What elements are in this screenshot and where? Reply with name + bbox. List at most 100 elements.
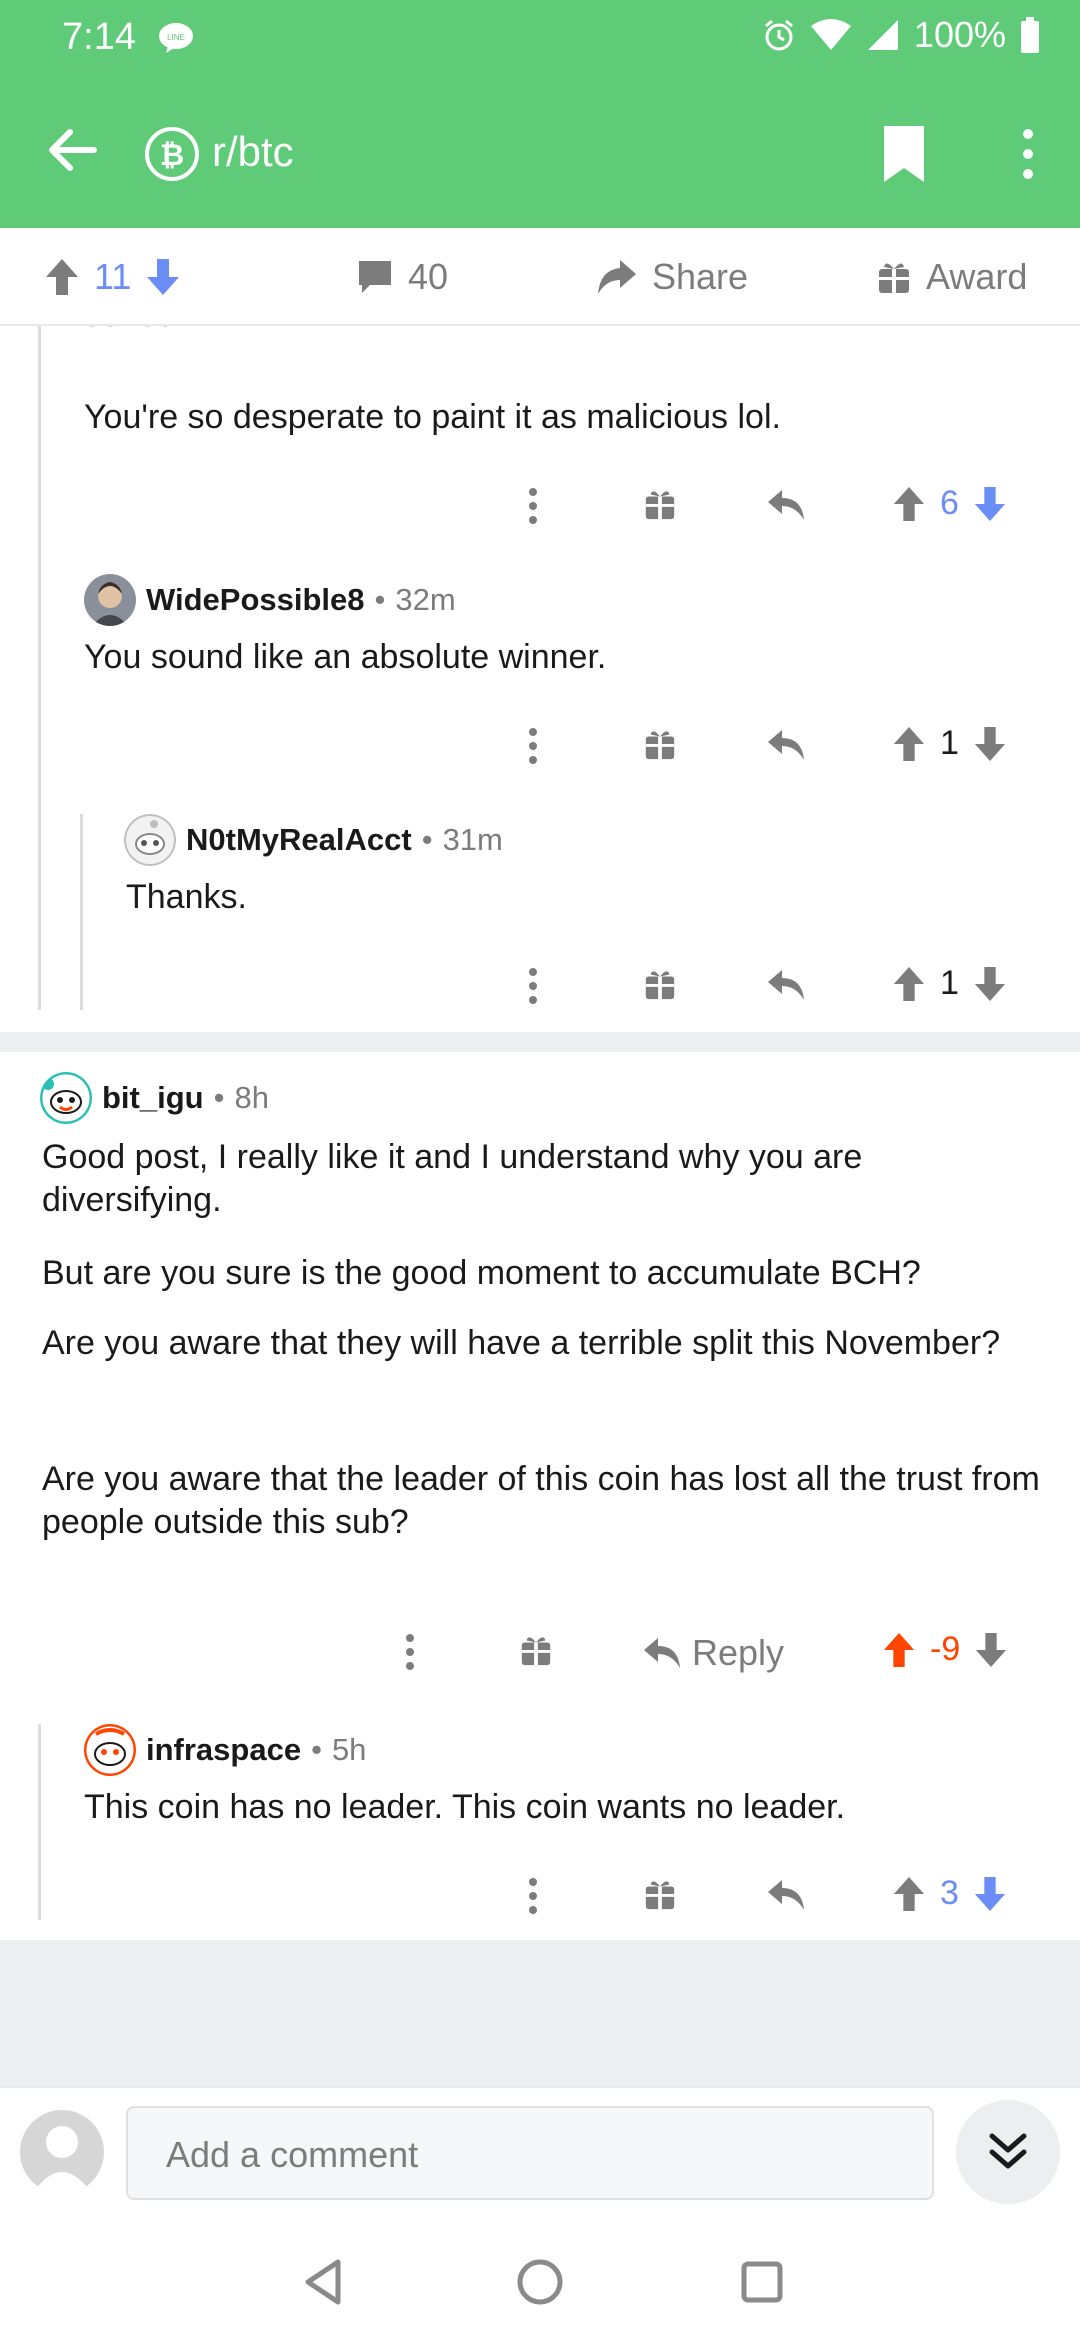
upvote-arrow-icon[interactable] [892,725,926,763]
snoo-avatar-icon [40,1072,92,1124]
alarm-icon [764,19,793,51]
comment-header: bit_igu • 8h [40,1072,269,1124]
gift-icon[interactable] [643,967,677,1001]
comment-body: You're so desperate to paint it as malic… [84,398,781,436]
share-button[interactable]: Share [596,256,748,298]
gift-icon[interactable] [643,487,677,521]
avatar-photo-icon [84,574,136,626]
comment-vote-group: 1 [892,964,1007,1003]
status-bar: 7:14 LINE 100% [0,0,1080,78]
comment-score: -9 [930,1630,961,1668]
wifi-icon [810,19,851,50]
comment-input[interactable]: Add a comment [126,2106,934,2200]
user-placeholder-icon [32,2126,92,2194]
downvote-arrow-icon[interactable] [973,725,1007,763]
comment-vote-group: 6 [892,484,1007,523]
gift-icon [879,263,909,293]
comment-header: WidePossible8 • 32m [84,574,456,626]
overflow-menu-icon[interactable] [1016,124,1040,184]
reply-arrow-icon[interactable] [766,968,806,1002]
comment-actions: 1 [0,960,1080,1012]
thread-divider [0,1032,1080,1052]
thread-line [38,326,41,1010]
user-avatar[interactable] [84,1724,136,1776]
comment-author[interactable]: N0tMyRealAcct [186,822,412,858]
battery-percent: 100% [913,14,1006,55]
downvote-arrow-icon[interactable] [973,965,1007,1003]
comment-score: 6 [940,484,959,522]
comments-button[interactable]: 40 [356,256,448,298]
downvote-arrow-icon[interactable] [974,1631,1008,1669]
comment-body: This coin has no leader. This coin wants… [84,1788,846,1826]
svg-text:LINE: LINE [167,33,185,42]
upvote-arrow-icon[interactable] [882,1631,916,1669]
comment-paragraph: But are you sure is the good moment to a… [42,1254,921,1292]
reply-button[interactable]: Reply [642,1632,784,1674]
reply-arrow-icon[interactable] [766,728,806,762]
comment-vote-group: 3 [892,1874,1007,1913]
reply-arrow-icon[interactable] [766,1878,806,1912]
share-label: Share [652,256,749,297]
battery-icon [1021,17,1039,53]
reply-arrow-icon[interactable] [766,488,806,522]
comment-author[interactable]: infraspace [146,1732,301,1768]
snoo-avatar-icon [84,1724,136,1776]
gift-icon[interactable] [643,727,677,761]
comment-more-icon[interactable] [527,966,539,1006]
post-score: 11 [94,256,132,297]
gift-icon[interactable] [519,1633,553,1667]
comment-score: 1 [940,724,959,762]
comment-more-icon[interactable] [527,1876,539,1916]
line-app-icon: LINE [159,23,193,53]
award-button[interactable]: Award [876,256,1027,298]
comment-more-icon[interactable] [527,726,539,766]
comment-author[interactable]: WidePossible8 [146,582,365,618]
nav-recents-icon[interactable] [732,2252,792,2312]
meta-separator: • [213,1080,225,1115]
back-arrow-icon[interactable] [44,122,100,178]
share-arrow-icon [598,260,636,294]
comment-paragraph: Good post, I really like it and I unders… [42,1138,863,1219]
upvote-arrow-icon[interactable] [892,965,926,1003]
app-bar: ₿ r/btc [0,78,1080,228]
downvote-arrow-icon[interactable] [973,1875,1007,1913]
gift-icon[interactable] [643,1877,677,1911]
main-comment-actions: Reply -9 [0,1626,1080,1678]
user-avatar[interactable] [40,1072,92,1124]
bookmark-icon[interactable] [880,124,928,184]
snoo-avatar-icon [124,814,176,866]
comment-more-icon[interactable] [527,486,539,526]
upvote-arrow-icon[interactable] [892,1875,926,1913]
comment-author[interactable]: bit_igu [102,1080,204,1116]
downvote-arrow-icon[interactable] [973,485,1007,523]
meta-separator: • [421,822,433,857]
comment-vote-group: -9 [882,1630,1008,1669]
comment-paragraph: Are you aware that the leader of this co… [42,1460,1040,1541]
downvote-arrow-icon[interactable] [145,257,181,297]
nav-home-icon[interactable] [510,2252,570,2312]
user-avatar[interactable] [124,814,176,866]
post-action-bar: 11 40 Share Award [0,228,1080,326]
status-time: 7:14 [62,16,136,58]
double-chevron-down-icon [989,2133,1027,2169]
comment-actions: 1 [0,720,1080,772]
comment-vote-group: 1 [892,724,1007,763]
comment-more-icon[interactable] [404,1632,416,1672]
bitcoin-subreddit-icon[interactable]: ₿ [144,126,200,182]
upvote-arrow-icon[interactable] [892,485,926,523]
empty-feed-area [0,1940,1080,2086]
my-avatar[interactable] [20,2110,104,2194]
subreddit-title[interactable]: r/btc [212,128,294,176]
nav-back-icon[interactable] [294,2252,354,2312]
award-label: Award [926,256,1028,297]
comment-thread: sense. You're so desperate to paint it a… [0,326,1080,1032]
jump-down-button[interactable] [956,2100,1060,2204]
comment-composer: Add a comment [0,2086,1080,2216]
upvote-arrow-icon[interactable] [44,257,80,297]
comment-header: N0tMyRealAcct • 31m [124,814,503,866]
user-avatar[interactable] [84,574,136,626]
comment-cutoff-text: sense. [84,326,184,335]
reply-label: Reply [692,1632,785,1673]
comment-count: 40 [408,256,449,297]
comment-bubble-icon [359,261,391,293]
